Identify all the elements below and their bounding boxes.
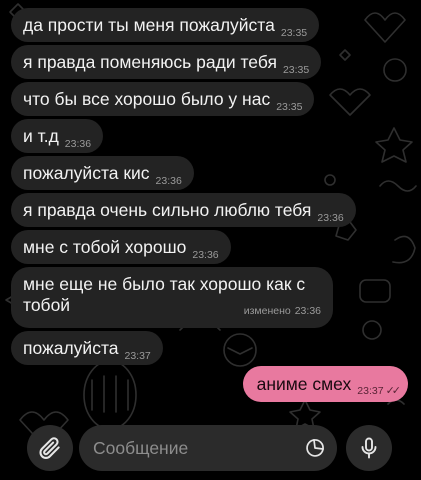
microphone-button[interactable] xyxy=(346,425,392,471)
paperclip-icon xyxy=(39,437,60,459)
incoming-message[interactable]: пожалуйста кис 23:36 xyxy=(11,156,194,190)
message-time: 23:37 xyxy=(124,350,151,362)
incoming-message[interactable]: мне с тобой хорошо 23:36 xyxy=(11,230,231,264)
message-text: аниме смех xyxy=(256,374,352,394)
message-text: пожалуйста кис xyxy=(23,163,150,183)
message-time: 23:36 xyxy=(155,175,182,187)
message-meta: изменено 23:36 xyxy=(244,301,321,322)
outgoing-message[interactable]: аниме смех 23:37 ✓✓ xyxy=(242,366,408,402)
message-time: 23:36 xyxy=(317,212,344,224)
incoming-message[interactable]: и т.д 23:36 xyxy=(11,119,104,153)
message-text: и т.д xyxy=(23,126,59,146)
message-time: 23:35 xyxy=(280,27,308,39)
message-text: да прости ты меня пожалуйста xyxy=(23,15,275,35)
message-text: пожалуйста xyxy=(23,338,119,358)
edited-label: изменено xyxy=(243,305,291,317)
message-input[interactable]: Сообщение xyxy=(79,425,337,471)
message-time: 23:36 xyxy=(64,138,92,150)
message-time: 23:36 xyxy=(192,249,219,261)
microphone-icon xyxy=(361,437,377,459)
message-text: я правда очень сильно люблю тебя xyxy=(23,200,312,220)
composer-bar: Сообщение xyxy=(0,425,421,480)
incoming-message[interactable]: что бы все хорошо было у нас 23:35 xyxy=(11,82,315,116)
message-text: что бы все хорошо было у нас xyxy=(23,89,271,109)
message-time: 23:35 xyxy=(282,64,310,76)
incoming-message[interactable]: мне еще не было так хорошо как с тобой и… xyxy=(11,267,333,328)
message-time: 23:37 xyxy=(357,385,384,397)
attach-button[interactable] xyxy=(27,425,73,471)
incoming-message[interactable]: я правда поменяюсь ради тебя 23:35 xyxy=(11,45,322,79)
message-time: 23:35 xyxy=(276,101,303,113)
message-time: 23:36 xyxy=(294,305,321,317)
incoming-message[interactable]: пожалуйста 23:37 xyxy=(11,331,163,365)
sticker-icon[interactable] xyxy=(303,436,327,460)
incoming-message[interactable]: да прости ты меня пожалуйста 23:35 xyxy=(11,8,320,42)
message-text: мне с тобой хорошо xyxy=(23,237,187,257)
message-placeholder: Сообщение xyxy=(93,437,189,458)
double-check-icon: ✓✓ xyxy=(385,385,402,397)
incoming-message[interactable]: я правда очень сильно люблю тебя 23:36 xyxy=(11,193,356,227)
message-list[interactable]: да прости ты меня пожалуйста 23:35 я прав… xyxy=(0,0,421,425)
message-text: я правда поменяюсь ради тебя xyxy=(23,52,277,72)
